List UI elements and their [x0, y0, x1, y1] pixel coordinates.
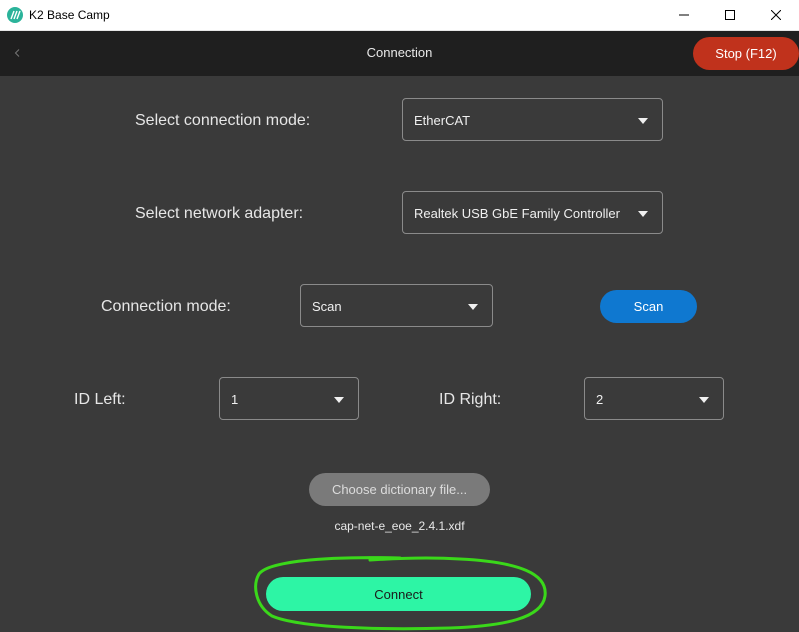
connection-mode-dropdown-value: EtherCAT [414, 113, 471, 128]
connection-mode-type-value: Scan [312, 299, 342, 314]
network-adapter-label: Select network adapter: [135, 205, 304, 222]
window-title: K2 Base Camp [29, 8, 110, 22]
choose-dictionary-button[interactable]: Choose dictionary file... [309, 473, 490, 506]
header-bar: Connection Stop (F12) [0, 31, 799, 76]
network-adapter-dropdown[interactable]: Realtek USB GbE Family Controller [402, 191, 663, 234]
id-left-value: 1 [231, 392, 239, 407]
close-icon [771, 10, 781, 20]
connection-form: Select connection mode: EtherCAT Select … [0, 76, 799, 632]
connect-button[interactable]: Connect [266, 577, 531, 611]
close-button[interactable] [753, 0, 799, 30]
minimize-button[interactable] [661, 0, 707, 30]
connection-mode-type-dropdown[interactable]: Scan [300, 284, 493, 327]
id-left-label: ID Left: [74, 391, 126, 408]
network-adapter-dropdown-value: Realtek USB GbE Family Controller [414, 206, 620, 221]
dropdown-arrow-icon [638, 211, 648, 217]
dropdown-arrow-icon [699, 397, 709, 403]
maximize-button[interactable] [707, 0, 753, 30]
stop-button[interactable]: Stop (F12) [693, 37, 799, 70]
connection-mode-dropdown[interactable]: EtherCAT [402, 98, 663, 141]
connection-mode-label: Connection mode: [101, 298, 231, 315]
minimize-icon [679, 14, 689, 16]
dropdown-arrow-icon [638, 118, 648, 124]
dropdown-arrow-icon [468, 304, 478, 310]
id-right-dropdown[interactable]: 2 [584, 377, 724, 420]
dropdown-arrow-icon [334, 397, 344, 403]
id-right-label: ID Right: [439, 391, 502, 408]
k2-logo-icon [7, 7, 23, 23]
connection-mode-select-label: Select connection mode: [135, 112, 311, 129]
id-left-dropdown[interactable]: 1 [219, 377, 359, 420]
id-right-value: 2 [596, 392, 604, 407]
maximize-icon [725, 10, 735, 20]
title-bar: K2 Base Camp [0, 0, 799, 31]
dictionary-filename: cap-net-e_eoe_2.4.1.xdf [334, 519, 465, 533]
app-window: K2 Base Camp Connection Stop (F12) Selec… [0, 0, 799, 632]
page-title: Connection [366, 45, 433, 60]
scan-button[interactable]: Scan [600, 290, 697, 323]
